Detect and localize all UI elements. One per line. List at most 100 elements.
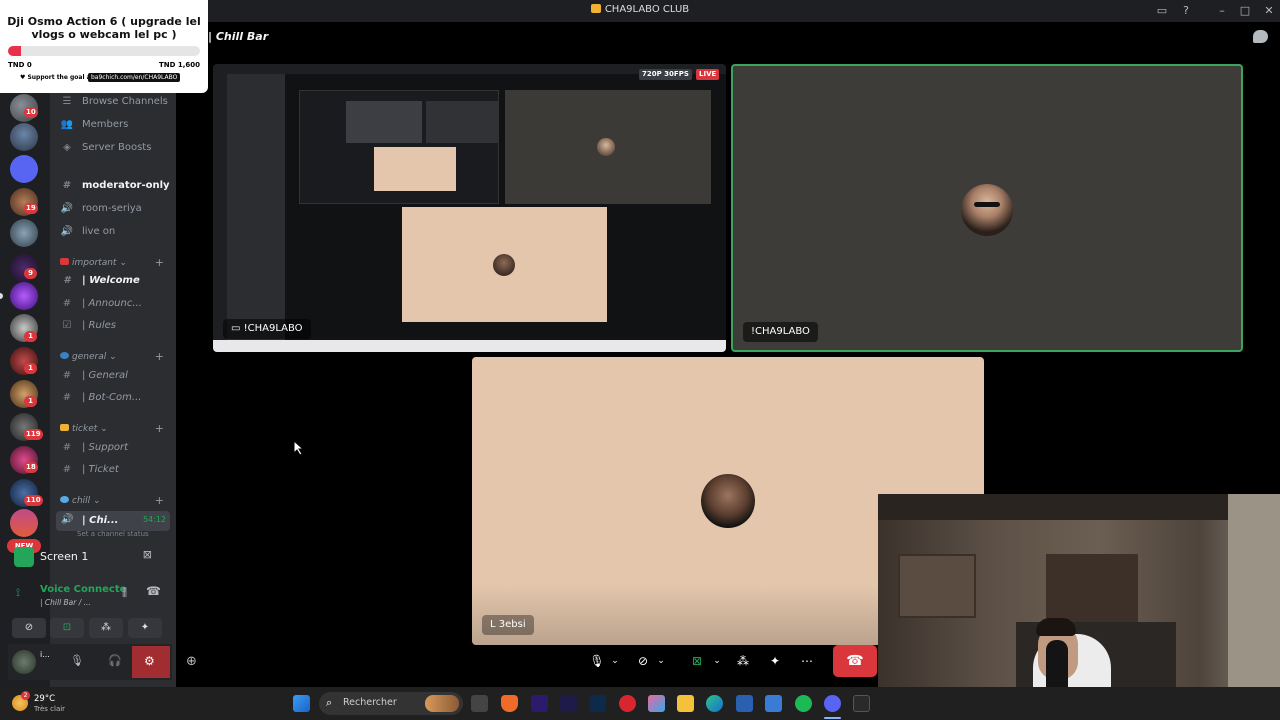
mic-options-chevron-icon[interactable]: ⌄ bbox=[604, 649, 626, 673]
nested-tile bbox=[374, 147, 456, 191]
edge-icon[interactable] bbox=[706, 695, 723, 712]
members-icon: 👥 bbox=[60, 119, 74, 130]
ticket-icon bbox=[60, 424, 69, 431]
signal-icon: ⟟ bbox=[16, 586, 21, 599]
server-boosts-item[interactable]: ◈ Server Boosts bbox=[60, 142, 151, 160]
nested-tile bbox=[346, 101, 422, 143]
channel-chill-bar[interactable]: 🔊 | Chi... 54:12 bbox=[56, 511, 170, 531]
avatar bbox=[597, 138, 615, 156]
start-icon[interactable] bbox=[293, 695, 310, 712]
donation-goal-title: Dji Osmo Action 6 ( upgrade lel vlogs o … bbox=[7, 15, 201, 41]
stream-card[interactable]: Screen 1 ⊠ bbox=[8, 546, 166, 568]
channel-header-title: | Chill Bar bbox=[208, 30, 269, 43]
taskbar-search[interactable]: ⌕ Rechercher bbox=[319, 692, 463, 715]
invite-user-icon[interactable]: ⊕ bbox=[186, 654, 197, 669]
avatar[interactable] bbox=[12, 650, 36, 674]
server-icon[interactable] bbox=[10, 509, 38, 537]
mention-badge: 110 bbox=[24, 495, 43, 506]
brave-icon[interactable] bbox=[501, 695, 518, 712]
camera-options-chevron-icon[interactable]: ⌄ bbox=[650, 649, 672, 673]
browse-channels-item[interactable]: ☰ Browse Channels bbox=[60, 96, 168, 114]
donation-progress-fill: 11 bbox=[8, 46, 22, 56]
mention-badge: 19 bbox=[24, 203, 38, 214]
camera-tile[interactable]: !CHA9LABO bbox=[731, 64, 1243, 352]
opera-icon[interactable] bbox=[619, 695, 636, 712]
activities-button[interactable]: ⁂ bbox=[728, 649, 758, 673]
discord-icon[interactable] bbox=[824, 695, 841, 712]
microphone-icon[interactable]: 🎙 bbox=[70, 654, 84, 667]
noise-suppression-icon[interactable]: ⫼ bbox=[122, 586, 127, 600]
close-icon[interactable]: ✕ bbox=[1261, 3, 1277, 19]
category-chill[interactable]: chill ⌄ bbox=[60, 496, 101, 506]
minimize-icon[interactable]: – bbox=[1214, 3, 1230, 19]
headphones-icon[interactable]: 🎧 bbox=[108, 654, 122, 667]
inbox-icon[interactable]: ▭ bbox=[1154, 3, 1170, 19]
sunglasses-icon bbox=[974, 202, 1000, 207]
server-icon[interactable] bbox=[10, 282, 38, 310]
file-explorer-icon[interactable] bbox=[677, 695, 694, 712]
add-channel-icon[interactable]: + bbox=[155, 350, 164, 363]
copilot-icon[interactable] bbox=[648, 695, 665, 712]
channel-live-on[interactable]: 🔊 live on bbox=[60, 226, 116, 244]
task-view-icon[interactable] bbox=[471, 695, 488, 712]
app-grid-icon[interactable] bbox=[853, 695, 870, 712]
settings-button[interactable]: ⚙ bbox=[132, 646, 170, 678]
category-general[interactable]: general ⌄ bbox=[60, 352, 117, 362]
chat-icon[interactable] bbox=[1253, 30, 1268, 43]
help-icon[interactable]: ? bbox=[1178, 3, 1194, 19]
channel-room-seriya[interactable]: 🔊 room-seriya bbox=[60, 203, 142, 221]
channel-welcome[interactable]: # | Welcome bbox=[60, 275, 140, 293]
hashtag-icon: # bbox=[62, 442, 72, 453]
screen-icon: ▭ bbox=[231, 323, 244, 334]
goal-start: TND 0 bbox=[8, 61, 32, 69]
category-important[interactable]: important ⌄ bbox=[60, 258, 127, 268]
hashtag-icon: # bbox=[62, 464, 72, 475]
disconnect-button[interactable]: ☎ bbox=[833, 645, 877, 677]
voice-connection: ⟟ Voice Connecte | Chill Bar / ... ⫼ ☎ bbox=[16, 584, 161, 607]
mail-icon[interactable] bbox=[765, 695, 782, 712]
disconnect-icon[interactable]: ☎ bbox=[146, 584, 161, 598]
premiere-icon[interactable] bbox=[531, 695, 548, 712]
channel-announcements[interactable]: # | Announc... bbox=[60, 298, 142, 316]
photoshop-icon[interactable] bbox=[589, 695, 606, 712]
screen-share-tile[interactable]: 720P 30FPS LIVE ▭ !CHA9LABO bbox=[213, 64, 726, 352]
channel-rules[interactable]: ☑ | Rules bbox=[60, 320, 116, 338]
add-channel-icon[interactable]: + bbox=[155, 422, 164, 435]
add-channel-icon[interactable]: + bbox=[155, 494, 164, 507]
channel-support[interactable]: # | Support bbox=[60, 442, 128, 460]
after-effects-icon[interactable] bbox=[560, 695, 577, 712]
channel-ticket[interactable]: # | Ticket bbox=[60, 464, 119, 482]
server-icon[interactable] bbox=[10, 155, 38, 183]
share-options-chevron-icon[interactable]: ⌄ bbox=[706, 649, 728, 673]
ceiling bbox=[878, 494, 1280, 520]
donation-goal-overlay: Dji Osmo Action 6 ( upgrade lel vlogs o … bbox=[0, 0, 208, 93]
soundboard-button[interactable]: ✦ bbox=[760, 649, 790, 673]
channel-bot-commands[interactable]: # | Bot-Com... bbox=[60, 392, 142, 410]
mention-badge: 119 bbox=[24, 429, 43, 440]
channel-general[interactable]: # | General bbox=[60, 370, 128, 388]
maximize-icon[interactable]: □ bbox=[1237, 3, 1253, 19]
avatar bbox=[701, 474, 755, 528]
members-item[interactable]: 👥 Members bbox=[60, 119, 129, 137]
shared-taskbar bbox=[213, 340, 726, 352]
mouse-cursor-icon bbox=[293, 440, 305, 456]
activities-button[interactable]: ⁂ bbox=[89, 618, 123, 638]
store-icon[interactable] bbox=[736, 695, 753, 712]
category-ticket[interactable]: ticket ⌄ bbox=[60, 424, 108, 434]
boost-icon: ◈ bbox=[63, 142, 71, 153]
server-icon[interactable] bbox=[10, 123, 38, 151]
set-channel-status[interactable]: Set a channel status bbox=[77, 530, 149, 538]
hashtag-icon: # bbox=[63, 275, 71, 286]
close-stream-icon[interactable]: ⊠ bbox=[143, 548, 152, 561]
screen-share-button[interactable]: ⊡ bbox=[50, 618, 84, 638]
spotify-icon[interactable] bbox=[795, 695, 812, 712]
camera-toggle-button[interactable]: ⊘ bbox=[12, 618, 46, 638]
more-options-button[interactable]: ⋯ bbox=[792, 649, 822, 673]
channel-moderator-only[interactable]: # moderator-only bbox=[60, 180, 170, 198]
server-icon[interactable] bbox=[10, 219, 38, 247]
add-channel-icon[interactable]: + bbox=[155, 256, 164, 269]
unread-pip bbox=[0, 293, 3, 299]
soundboard-button[interactable]: ✦ bbox=[128, 618, 162, 638]
live-badge: LIVE bbox=[696, 69, 720, 80]
participant-name-tag: L 3ebsi bbox=[482, 615, 534, 635]
